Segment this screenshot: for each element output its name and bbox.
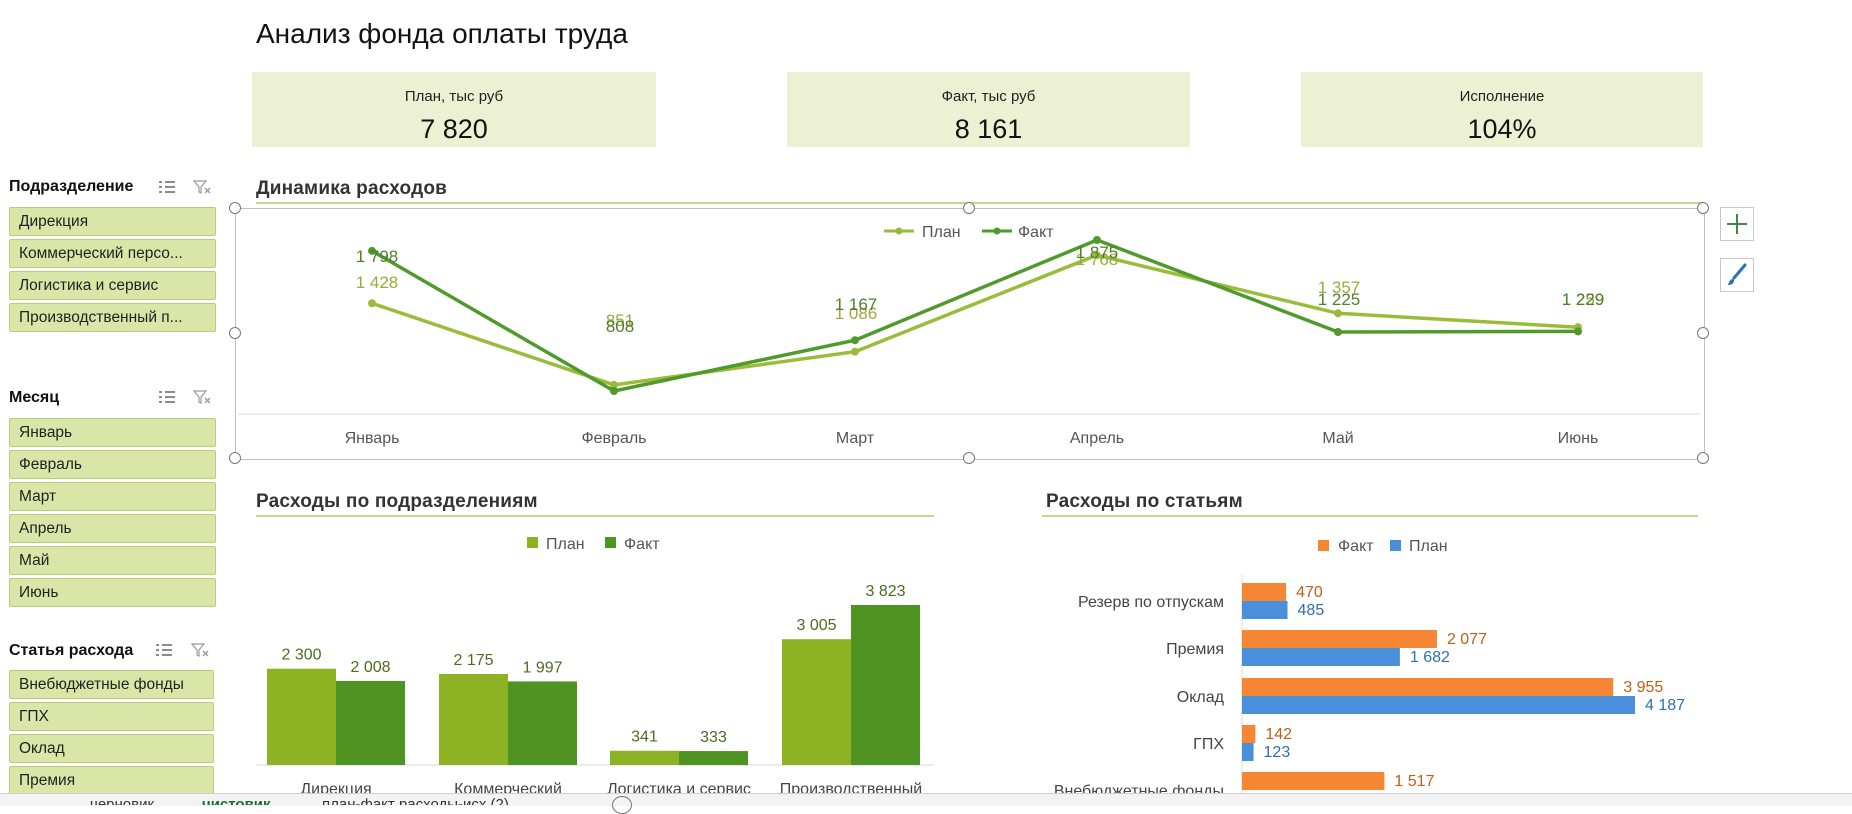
data-label: 142 (1265, 726, 1292, 743)
legend-label: План (1409, 538, 1448, 555)
data-label: 1 682 (1410, 649, 1450, 666)
bar (1242, 696, 1635, 714)
y-tick-label: Оклад (1177, 689, 1225, 706)
legend-label: Факт (1338, 538, 1374, 555)
bar (1242, 743, 1254, 761)
sheet-tab-active[interactable]: чистовик (202, 797, 271, 805)
legend-swatch (1390, 540, 1401, 551)
add-sheet-icon[interactable] (612, 796, 632, 814)
sheet-tab[interactable]: черновик (90, 797, 154, 805)
items-hbar-chart: Факт План Резерв по отпускам Премия Оклад ГПХ… (1054, 538, 1685, 805)
data-label: 1 517 (1394, 773, 1434, 790)
data-label: 3 955 (1623, 679, 1663, 696)
data-label: 2 077 (1447, 631, 1487, 648)
bar (1242, 630, 1437, 648)
bar (1242, 648, 1400, 666)
data-label: 123 (1264, 744, 1291, 761)
bar (1242, 725, 1256, 743)
y-tick-label: Премия (1166, 641, 1224, 658)
bar (1242, 601, 1288, 619)
bar (1242, 772, 1385, 790)
bar (1242, 678, 1614, 696)
sheet-tab-bar (0, 793, 1852, 806)
bar (1242, 583, 1287, 601)
y-tick-label: ГПХ (1193, 736, 1224, 753)
data-label: 4 187 (1645, 697, 1685, 714)
legend-swatch (1318, 540, 1329, 551)
y-tick-label: Резерв по отпускам (1078, 594, 1224, 611)
sheet-tab[interactable]: план-факт расходы-исх (2) (322, 797, 509, 805)
data-label: 470 (1296, 584, 1323, 601)
data-label: 485 (1298, 602, 1325, 619)
